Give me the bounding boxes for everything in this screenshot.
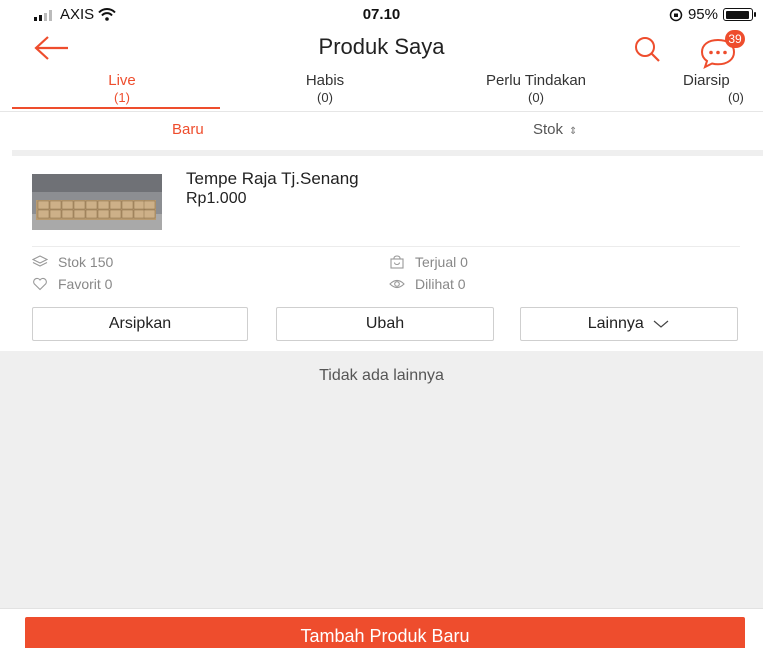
tab-count: (0) — [317, 90, 333, 105]
stat-sold: Terjual 0 — [389, 254, 468, 270]
product-photo-icon — [32, 174, 162, 230]
eye-icon — [389, 279, 405, 289]
layers-icon — [32, 255, 48, 267]
add-product-button[interactable]: Tambah Produk Baru — [25, 617, 745, 648]
battery-icon — [723, 8, 756, 21]
header: Produk Saya 39 — [0, 28, 763, 69]
stat-stock-text: Stok 150 — [58, 254, 114, 270]
stat-favorite: Favorit 0 — [32, 276, 112, 292]
tab-label: Diarsip — [683, 72, 730, 89]
status-time: 07.10 — [362, 6, 401, 23]
tab-count: (0) — [728, 90, 744, 105]
search-icon — [635, 37, 660, 62]
empty-message: Tidak ada lainnya — [319, 367, 444, 384]
sort-bar: Baru Stok ⇕ — [0, 112, 763, 150]
tab-diarsip[interactable]: Diarsip (0) — [683, 72, 763, 106]
edit-button[interactable]: Ubah — [276, 307, 494, 341]
tab-label: Live — [108, 72, 136, 89]
heart-icon — [33, 277, 47, 291]
product-price: Rp1.000 — [186, 190, 247, 207]
empty-area: Tidak ada lainnya — [0, 351, 763, 608]
chevron-down-icon — [653, 320, 669, 328]
tab-label: Perlu Tindakan — [485, 72, 587, 89]
product-image[interactable] — [32, 174, 162, 230]
tab-habis[interactable]: Habis (0) — [250, 72, 400, 106]
product-name[interactable]: Tempe Raja Tj.Senang — [186, 169, 359, 189]
battery-percent: 95% — [687, 6, 718, 23]
tab-perlu-tindakan[interactable]: Perlu Tindakan (0) — [448, 72, 624, 106]
tab-active-indicator — [12, 107, 220, 109]
more-button-label: Lainnya — [587, 315, 644, 332]
product-card: Tempe Raja Tj.Senang Rp1.000 Stok 150 Te… — [0, 156, 763, 351]
status-right: 95% — [669, 6, 756, 23]
sort-stock[interactable]: Stok ⇕ — [533, 121, 577, 138]
stat-stock: Stok 150 — [32, 254, 113, 270]
chat-button[interactable]: 39 — [698, 30, 745, 69]
more-button[interactable]: Lainnya — [520, 307, 738, 341]
archive-button[interactable]: Arsipkan — [32, 307, 248, 341]
tab-live[interactable]: Live (1) — [62, 72, 182, 106]
shopping-bag-icon — [390, 255, 404, 269]
stat-sold-text: Terjual 0 — [415, 254, 468, 270]
orientation-lock-icon — [669, 8, 683, 21]
stat-views-text: Dilihat 0 — [415, 276, 466, 292]
card-divider — [32, 246, 740, 247]
tab-count: (0) — [528, 90, 544, 105]
status-tabs: Live (1) Habis (0) Perlu Tindakan (0) Di… — [0, 70, 763, 112]
sort-newest[interactable]: Baru — [172, 121, 204, 138]
tab-label: Habis — [305, 72, 345, 89]
stat-views: Dilihat 0 — [389, 276, 466, 292]
sort-stock-label: Stok — [533, 121, 564, 138]
stat-favorite-text: Favorit 0 — [58, 276, 113, 292]
status-bar: AXIS 07.10 95% — [0, 0, 763, 30]
battery-level — [725, 10, 750, 19]
bottom-bar: Tambah Produk Baru — [0, 608, 763, 648]
search-button[interactable] — [632, 34, 662, 64]
sort-arrows-icon: ⇕ — [569, 126, 578, 137]
chat-badge: 39 — [725, 30, 745, 48]
tab-count: (1) — [114, 90, 130, 105]
